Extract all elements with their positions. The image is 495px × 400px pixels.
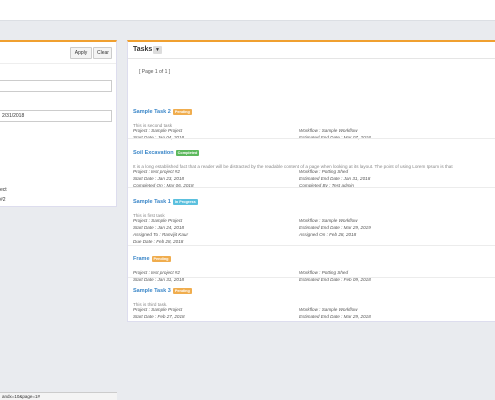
- task-item: Sample Task 1 In Progress This is first t…: [133, 193, 493, 246]
- start-date-field[interactable]: [0, 80, 112, 92]
- task-assigned-to: Assigned To : Ranvijit Kaur: [133, 232, 188, 237]
- task-project: Project : Sample Project: [133, 307, 183, 312]
- task-end-date: Estimated End Date : Jan 31, 2018: [299, 176, 371, 181]
- end-date-field[interactable]: 2/31/2018: [0, 110, 112, 122]
- divider: [128, 138, 495, 139]
- status-badge: In Progress: [172, 198, 198, 205]
- task-workflow: Workflow : Sample Workflow: [299, 218, 358, 223]
- task-project: Project : test project #2: [133, 169, 180, 174]
- divider: [128, 245, 495, 246]
- task-workflow: Workflow : Sample Workflow: [299, 307, 358, 312]
- filter-panel: Apply Clear 2/31/2018 ect #2: [0, 40, 117, 207]
- status-badge: Pending: [172, 108, 192, 115]
- divider: [128, 277, 495, 278]
- status-badge: Pending: [172, 287, 192, 294]
- status-badge: Completed: [175, 149, 200, 156]
- task-name-link[interactable]: Frame: [133, 256, 150, 262]
- status-badge: Pending: [151, 255, 171, 262]
- task-workflow: Workflow : Potting Shed: [299, 169, 349, 174]
- task-name-link[interactable]: Soil Excavation: [133, 150, 174, 156]
- task-end-date: Estimated End Date : Mar 29, 2018: [299, 314, 371, 319]
- task-item: Sample Task 3 Pending This is third task.…: [133, 282, 493, 321]
- task-end-date: Estimated End Date : Mar 29, 2019: [299, 225, 371, 230]
- tasks-title: Tasks: [133, 46, 153, 53]
- task-project: Project : Sample Project: [133, 218, 183, 223]
- task-project: Project : test project #2: [133, 270, 180, 275]
- task-name-link[interactable]: Sample Task 3: [133, 288, 171, 294]
- task-workflow: Workflow : Potting Shed: [299, 270, 349, 275]
- browser-status-url: andx=10&page=1#: [0, 392, 117, 400]
- task-start-date: Start Date : Jan 23, 2018: [133, 176, 185, 181]
- apply-button[interactable]: Apply: [70, 47, 92, 59]
- task-start-date: Start Date : Feb 27, 2018: [133, 314, 185, 319]
- tasks-header: Tasks ▼: [128, 42, 495, 59]
- divider: [128, 187, 495, 188]
- task-item: Sample Task 2 Pending This is second task…: [133, 103, 493, 142]
- task-start-date: Start Date : Jan 24, 2018: [133, 225, 185, 230]
- filter-header: Apply Clear: [0, 42, 116, 64]
- task-assigned-on: Assigned On : Feb 28, 2018: [299, 232, 357, 237]
- project-option-2[interactable]: #2: [0, 197, 6, 203]
- top-navbar: [0, 0, 495, 21]
- task-name-link[interactable]: Sample Task 2: [133, 109, 171, 115]
- task-item: Frame Pending Project : test project #2 Wo…: [133, 250, 493, 284]
- task-project: Project : Sample Project: [133, 128, 183, 133]
- clear-button[interactable]: Clear: [93, 47, 112, 59]
- task-name-link[interactable]: Sample Task 1: [133, 199, 171, 205]
- tasks-panel: Tasks ▼ [ Page 1 of 1 ] Sample Task 2 Pen…: [127, 40, 495, 322]
- pager: [ Page 1 of 1 ]: [139, 69, 171, 75]
- project-option-1[interactable]: ect: [0, 187, 7, 193]
- task-due-date: Due Date : Feb 28, 2018: [133, 239, 184, 244]
- task-workflow: Workflow : Sample Workflow: [299, 128, 358, 133]
- task-item: Soil Excavation Completed It is a long es…: [133, 144, 493, 190]
- filter-icon[interactable]: ▼: [153, 46, 162, 54]
